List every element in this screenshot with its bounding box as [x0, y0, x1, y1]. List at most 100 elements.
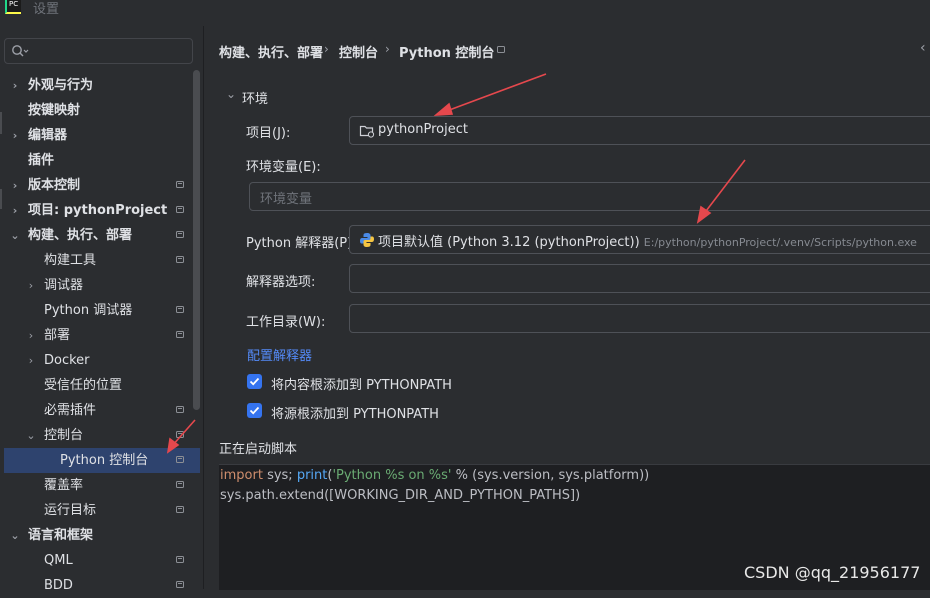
breadcrumb-separator: ›	[385, 42, 390, 56]
add-source-roots-checkbox[interactable]	[247, 403, 262, 418]
interpreter-select[interactable]: 项目默认值 (Python 3.12 (pythonProject)) E:/p…	[349, 225, 930, 254]
code-text: % (sys.version, sys.platform))	[451, 468, 650, 483]
sidebar-item[interactable]: 受信任的位置	[0, 373, 200, 398]
settings-content: 构建、执行、部署 › 控制台 › Python 控制台 ‹ ⌄ 环境 项目(J)…	[204, 26, 930, 590]
interpreter-value: 项目默认值 (Python 3.12 (pythonProject)) E:/p…	[378, 231, 917, 250]
sidebar-item-label: Python 控制台	[60, 453, 149, 468]
sidebar-item[interactable]: 覆盖率	[0, 473, 200, 498]
chevron-right-icon[interactable]: ›	[9, 73, 21, 98]
code-text: sys;	[262, 468, 297, 483]
sidebar-item-label: 按键映射	[28, 103, 81, 118]
sidebar-item[interactable]: 构建工具	[0, 248, 200, 273]
chevron-right-icon[interactable]: ›	[25, 323, 37, 348]
env-vars-input[interactable]: 环境变量	[249, 182, 930, 211]
interpreter-path: E:/python/pythonProject/.venv/Scripts/py…	[643, 236, 917, 249]
sidebar-item[interactable]: › 外观与行为	[0, 73, 200, 98]
sidebar-item[interactable]: Python 控制台	[4, 448, 200, 473]
code-line-2: sys.path.extend([WORKING_DIR_AND_PYTHON_…	[220, 488, 581, 503]
sidebar-item-label: 必需插件	[44, 403, 97, 418]
interpreter-options-input[interactable]	[349, 264, 930, 293]
folder-icon	[359, 125, 375, 138]
chevron-down-icon[interactable]: ⌄	[9, 523, 21, 548]
workdir-input[interactable]	[349, 304, 930, 333]
add-content-roots-checkbox[interactable]	[247, 374, 262, 389]
chevron-right-icon[interactable]: ›	[25, 348, 37, 373]
sidebar-item[interactable]: › 项目: pythonProject	[0, 198, 200, 223]
sidebar-item-label: 外观与行为	[28, 78, 94, 93]
breadcrumb-current: Python 控制台	[399, 46, 495, 61]
sidebar-item-label: 编辑器	[28, 128, 68, 143]
sidebar-item[interactable]: › 编辑器	[0, 123, 200, 148]
project-level-icon	[176, 581, 184, 588]
breadcrumb-item[interactable]: 控制台	[339, 42, 378, 61]
breadcrumb-separator: ›	[324, 42, 329, 56]
back-arrow-icon[interactable]: ‹	[920, 40, 926, 56]
sidebar-item-label: Python 调试器	[44, 303, 133, 318]
sidebar-item[interactable]: Python 调试器	[0, 298, 200, 323]
sidebar-item[interactable]: ⌄ 控制台	[0, 423, 200, 448]
window-title: 设置	[33, 2, 60, 17]
collapse-icon[interactable]: ⌄	[226, 87, 236, 101]
env-vars-label: 环境变量(E):	[246, 160, 321, 175]
chevron-right-icon[interactable]: ›	[9, 198, 21, 223]
sidebar-item[interactable]: 必需插件	[0, 398, 200, 423]
project-level-icon	[176, 431, 184, 438]
sidebar-item[interactable]: ⌄ 构建、执行、部署	[0, 223, 200, 248]
sidebar-item[interactable]: › 调试器	[0, 273, 200, 298]
breadcrumb-item[interactable]: 构建、执行、部署	[219, 42, 323, 61]
sidebar-item-label: 项目: pythonProject	[28, 203, 168, 218]
chevron-right-icon[interactable]: ›	[25, 273, 37, 298]
python-icon	[360, 233, 374, 247]
chevron-down-icon[interactable]: ⌄	[25, 423, 37, 448]
project-value: pythonProject	[378, 122, 468, 137]
project-level-icon	[176, 406, 184, 413]
sidebar-item[interactable]: › 部署	[0, 323, 200, 348]
sidebar-item[interactable]: › Docker	[0, 348, 200, 373]
chevron-right-icon[interactable]: ›	[9, 123, 21, 148]
add-source-roots-label: 将源根添加到 PYTHONPATH	[271, 407, 439, 422]
sidebar-item[interactable]: ⌄ 语言和框架	[0, 523, 200, 548]
project-level-icon	[176, 206, 184, 213]
sidebar-item[interactable]: 运行目标	[0, 498, 200, 523]
sidebar-scrollbar[interactable]	[193, 70, 200, 410]
project-level-icon	[176, 331, 184, 338]
project-level-icon	[176, 506, 184, 513]
workdir-label: 工作目录(W):	[246, 315, 326, 330]
sidebar-item[interactable]: QML	[0, 548, 200, 573]
project-level-icon	[176, 231, 184, 238]
sidebar-item-label: 版本控制	[28, 178, 81, 193]
sidebar-item-label: 构建工具	[44, 253, 97, 268]
interpreter-name: 项目默认值 (Python 3.12 (pythonProject))	[378, 235, 640, 250]
sidebar-item[interactable]: 按键映射	[0, 98, 200, 123]
search-input[interactable]	[4, 38, 193, 64]
interpreter-label: Python 解释器(P):	[246, 236, 357, 251]
sidebar-item-label: 语言和框架	[28, 528, 94, 543]
project-select[interactable]: pythonProject	[349, 116, 930, 145]
startup-script-label: 正在启动脚本	[219, 442, 298, 457]
app-logo-icon: PC	[5, 0, 21, 14]
sidebar-item[interactable]: › 版本控制	[0, 173, 200, 198]
sidebar-item-label: QML	[44, 553, 73, 568]
interpreter-options-label: 解释器选项:	[246, 275, 316, 290]
search-icon	[12, 45, 29, 57]
sidebar-item-label: BDD	[44, 578, 73, 593]
window-titlebar: PC 设置	[0, 0, 930, 26]
chevron-right-icon[interactable]: ›	[9, 173, 21, 198]
section-environment: 环境	[242, 92, 269, 107]
project-level-icon	[176, 256, 184, 263]
sidebar-item-label: Docker	[44, 353, 90, 368]
project-level-icon	[176, 306, 184, 313]
code-keyword: import	[220, 468, 263, 483]
configure-interpreter-link[interactable]: 配置解释器	[247, 345, 312, 364]
check-icon	[249, 406, 260, 415]
settings-sidebar: › 外观与行为 按键映射 › 编辑器 插件 › 版本控制 › 项目: pythonProject ⌄…	[0, 26, 204, 593]
sidebar-item[interactable]: BDD	[0, 573, 200, 598]
project-level-icon	[176, 456, 184, 463]
chevron-down-icon[interactable]: ⌄	[9, 223, 21, 248]
sidebar-item[interactable]: 插件	[0, 148, 200, 173]
project-level-icon	[176, 181, 184, 188]
sidebar-item-label: 构建、执行、部署	[28, 228, 133, 243]
project-settings-icon	[497, 46, 505, 53]
code-function: print	[296, 468, 328, 483]
sidebar-item-label: 运行目标	[44, 503, 97, 518]
